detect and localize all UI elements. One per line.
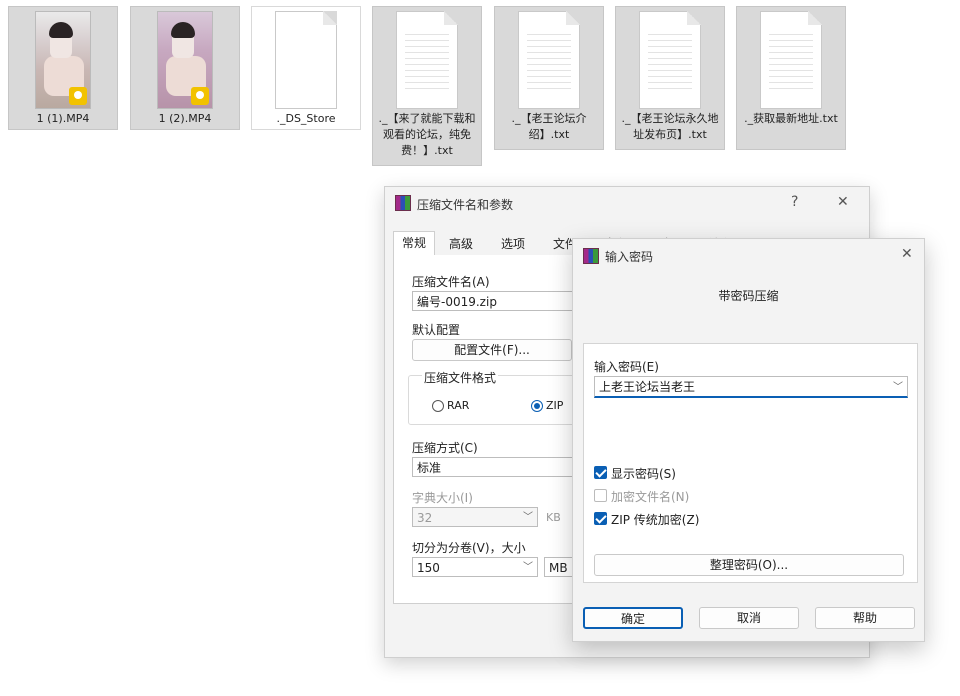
- archive-format-label: 压缩文件格式: [422, 369, 499, 386]
- file-name: 1 (2).MP4: [158, 112, 212, 125]
- password-dialog: 输入密码 ✕ 带密码压缩 输入密码(E) 上老王论坛当老王 ﹀ 显示密码(S) …: [572, 238, 925, 642]
- player-badge-icon: [69, 87, 87, 105]
- winrar-icon: [583, 248, 599, 264]
- password-value: 上老王论坛当老王: [599, 380, 696, 394]
- encrypt-filenames-label: 加密文件名(N): [611, 490, 690, 504]
- ok-button[interactable]: 确定: [583, 607, 683, 629]
- dictionary-size-unit: KB: [546, 511, 561, 524]
- format-zip-label: ZIP: [546, 399, 564, 412]
- file-name: ._【老王论坛永久地址发布页】.txt: [621, 112, 719, 141]
- file-item-video-2[interactable]: 1 (2).MP4: [130, 6, 240, 130]
- tab-options[interactable]: 选项: [493, 233, 533, 255]
- password-heading: 带密码压缩: [718, 289, 779, 303]
- show-password-label: 显示密码(S): [611, 467, 676, 481]
- dictionary-size-label: 字典大小(I): [412, 491, 473, 505]
- dictionary-size-value: 32: [417, 511, 433, 525]
- file-item-ds-store[interactable]: ._DS_Store: [251, 6, 361, 130]
- chevron-down-icon: ﹀: [523, 512, 533, 523]
- file-item-txt-2[interactable]: ._【老王论坛介绍】.txt: [494, 6, 604, 150]
- cancel-button[interactable]: 取消: [699, 607, 799, 629]
- text-file-icon: [396, 11, 458, 109]
- file-item-video-1[interactable]: 1 (1).MP4: [8, 6, 118, 130]
- enter-password-label: 输入密码(E): [594, 360, 659, 374]
- archive-dialog-title: 压缩文件名和参数: [417, 198, 514, 212]
- format-zip-radio[interactable]: [531, 400, 543, 412]
- winrar-icon: [395, 195, 411, 211]
- tab-advanced[interactable]: 高级: [441, 233, 481, 255]
- zip-legacy-label: ZIP 传统加密(Z): [611, 513, 700, 527]
- tab-general[interactable]: 常规: [393, 231, 436, 257]
- chevron-down-icon[interactable]: ﹀: [893, 378, 903, 398]
- player-badge-icon: [191, 87, 209, 105]
- archive-name-label: 压缩文件名(A): [412, 275, 490, 289]
- file-name: ._【老王论坛介绍】.txt: [511, 112, 587, 141]
- file-item-txt-1[interactable]: ._【来了就能下载和观看的论坛，纯免费！】.txt: [372, 6, 482, 166]
- file-name: ._【来了就能下载和观看的论坛，纯免费！】.txt: [378, 112, 476, 157]
- archive-dialog-titlebar: 压缩文件名和参数 ? ✕: [385, 187, 869, 219]
- text-file-icon: [639, 11, 701, 109]
- text-file-icon: [518, 11, 580, 109]
- video-thumbnail-icon: [35, 11, 91, 109]
- dictionary-size-select[interactable]: 32 ﹀: [412, 507, 538, 527]
- profile-button[interactable]: 配置文件(F)...: [412, 339, 572, 361]
- close-icon[interactable]: ✕: [837, 194, 849, 210]
- chevron-down-icon: ﹀: [523, 562, 533, 573]
- encrypt-filenames-checkbox[interactable]: [594, 489, 607, 502]
- password-input[interactable]: 上老王论坛当老王 ﹀: [594, 376, 908, 398]
- help-icon[interactable]: ?: [791, 194, 798, 210]
- split-volume-value: 150: [417, 561, 440, 575]
- default-profile-label: 默认配置: [412, 323, 461, 337]
- organize-passwords-button[interactable]: 整理密码(O)...: [594, 554, 904, 576]
- compression-method-label: 压缩方式(C): [412, 441, 478, 455]
- zip-legacy-checkbox[interactable]: [594, 512, 607, 525]
- file-item-txt-3[interactable]: ._【老王论坛永久地址发布页】.txt: [615, 6, 725, 150]
- file-name: 1 (1).MP4: [36, 112, 90, 125]
- split-volume-label: 切分为分卷(V)，大小: [412, 541, 526, 555]
- close-icon[interactable]: ✕: [901, 246, 913, 262]
- help-button[interactable]: 帮助: [815, 607, 915, 629]
- password-panel: 输入密码(E) 上老王论坛当老王 ﹀ 显示密码(S) 加密文件名(N) ZIP …: [583, 343, 918, 583]
- video-thumbnail-icon: [157, 11, 213, 109]
- format-rar-label: RAR: [447, 399, 470, 412]
- file-name: ._获取最新地址.txt: [744, 112, 838, 125]
- password-dialog-title: 输入密码: [605, 250, 654, 264]
- format-rar-radio[interactable]: [432, 400, 444, 412]
- file-name: ._DS_Store: [276, 112, 336, 125]
- file-item-txt-4[interactable]: ._获取最新地址.txt: [736, 6, 846, 150]
- document-icon: [275, 11, 337, 109]
- compression-method-select[interactable]: 标准: [412, 457, 578, 477]
- split-volume-select[interactable]: 150 ﹀: [412, 557, 538, 577]
- show-password-checkbox[interactable]: [594, 466, 607, 479]
- text-file-icon: [760, 11, 822, 109]
